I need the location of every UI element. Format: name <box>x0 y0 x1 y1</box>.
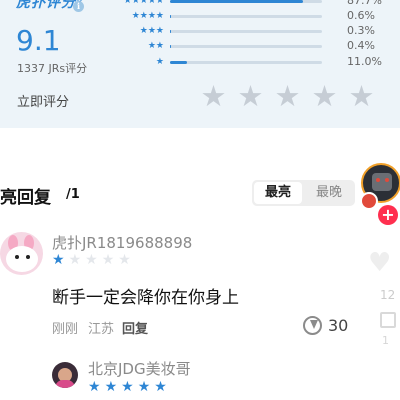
star-icon[interactable]: ★ <box>237 82 264 111</box>
reply-button[interactable]: 回复 <box>122 318 148 337</box>
star-icon: ★ <box>104 379 118 395</box>
heart-icon[interactable]: ♥ <box>368 248 391 278</box>
follow-button[interactable]: + <box>378 205 398 225</box>
distribution-percent: 11.0% <box>347 55 382 68</box>
star-icon: ★ <box>118 252 131 268</box>
avatar[interactable] <box>52 362 78 388</box>
favorite-count: 1 <box>382 334 389 347</box>
star-icon: ★ <box>52 252 65 268</box>
comment-time: 刚刚 <box>52 322 79 337</box>
average-score: 9.1 <box>16 24 61 57</box>
distribution-bar-fill <box>170 45 171 48</box>
comment-username[interactable]: 北京JDG美妆哥 <box>88 358 191 379</box>
distribution-bar <box>170 45 322 48</box>
comment-text: 断手一定会降你在你身上 <box>52 288 239 308</box>
rating-distribution-row: ★ 11.0% <box>112 55 392 71</box>
distribution-bar-fill <box>170 15 171 18</box>
distribution-percent: 0.4% <box>347 39 375 52</box>
star-icon[interactable]: ★ <box>274 82 301 111</box>
star-icon[interactable]: ★ <box>311 82 338 111</box>
rate-now-label: 立即评分 <box>17 95 70 110</box>
brand-logo-text: 虎扑评分 <box>16 0 76 11</box>
avatar[interactable] <box>0 232 43 275</box>
comment-location: 江苏 <box>88 322 115 337</box>
rating-card: 虎扑评分® i 9.1 1337 JRs评分 ★★★★★87.7%★★★★0.6… <box>0 0 400 128</box>
star-level-icon: ★★★★★ <box>123 0 164 6</box>
star-icon: ★ <box>68 252 82 268</box>
avatar-eye <box>26 255 30 259</box>
avatar-eye <box>376 178 380 182</box>
distribution-bar <box>170 0 322 3</box>
comment-user-rating: ★ ★ ★ ★ ★ <box>88 379 167 395</box>
distribution-percent: 0.3% <box>347 24 375 37</box>
sort-hot-tab[interactable]: 最亮 <box>254 182 302 204</box>
distribution-bar-fill <box>170 61 187 64</box>
star-icon: ★ <box>88 379 101 395</box>
distribution-bar <box>170 61 322 64</box>
avatar-eye <box>15 255 19 259</box>
page-indicator: /1 <box>66 187 80 202</box>
star-icon: ★ <box>154 379 167 395</box>
avatar-eye <box>385 178 389 182</box>
rating-count: 1337 JRs评分 <box>17 62 88 75</box>
comment-user-rating: ★ ★ ★ ★ ★ <box>52 252 131 268</box>
star-icon: ★ <box>85 252 98 268</box>
like-count: 12 <box>380 288 396 302</box>
star-icon[interactable]: ★ <box>348 82 375 111</box>
star-icon: ★ <box>121 379 134 395</box>
live-badge-icon <box>360 192 378 210</box>
star-level-icon: ★★★★ <box>131 11 164 21</box>
comment-username[interactable]: 虎扑JR1819688898 <box>52 232 192 253</box>
star-level-icon: ★★★ <box>139 26 164 36</box>
comment-like-count: 30 <box>328 316 349 335</box>
distribution-bar <box>170 15 322 18</box>
section-title: 亮回复 <box>0 188 51 208</box>
favorite-icon[interactable] <box>380 312 396 328</box>
sort-toggle: 最亮 最晚 <box>252 180 355 206</box>
light-up-icon[interactable] <box>303 316 322 335</box>
star-icon: ★ <box>137 379 151 395</box>
rating-distribution-row: ★★ 0.4% <box>112 39 392 55</box>
distribution-bar-fill <box>170 0 304 3</box>
rating-distribution-row: ★★★★ 0.6% <box>112 9 392 25</box>
distribution-percent: 87.7% <box>347 0 382 7</box>
rate-stars[interactable]: ★ ★ ★ ★ ★ <box>200 82 375 111</box>
rating-distribution-row: ★★★ 0.3% <box>112 24 392 40</box>
distribution-percent: 0.6% <box>347 9 375 22</box>
info-icon[interactable]: i <box>73 1 84 12</box>
avatar-face <box>372 173 392 191</box>
distribution-bar <box>170 30 322 33</box>
star-level-icon: ★★ <box>147 41 164 51</box>
star-icon: ★ <box>101 252 115 268</box>
sort-new-tab[interactable]: 最晚 <box>306 182 352 204</box>
star-level-icon: ★ <box>155 57 164 67</box>
avatar-shirt <box>55 380 75 388</box>
avatar-head <box>6 246 38 272</box>
star-icon[interactable]: ★ <box>200 82 227 111</box>
